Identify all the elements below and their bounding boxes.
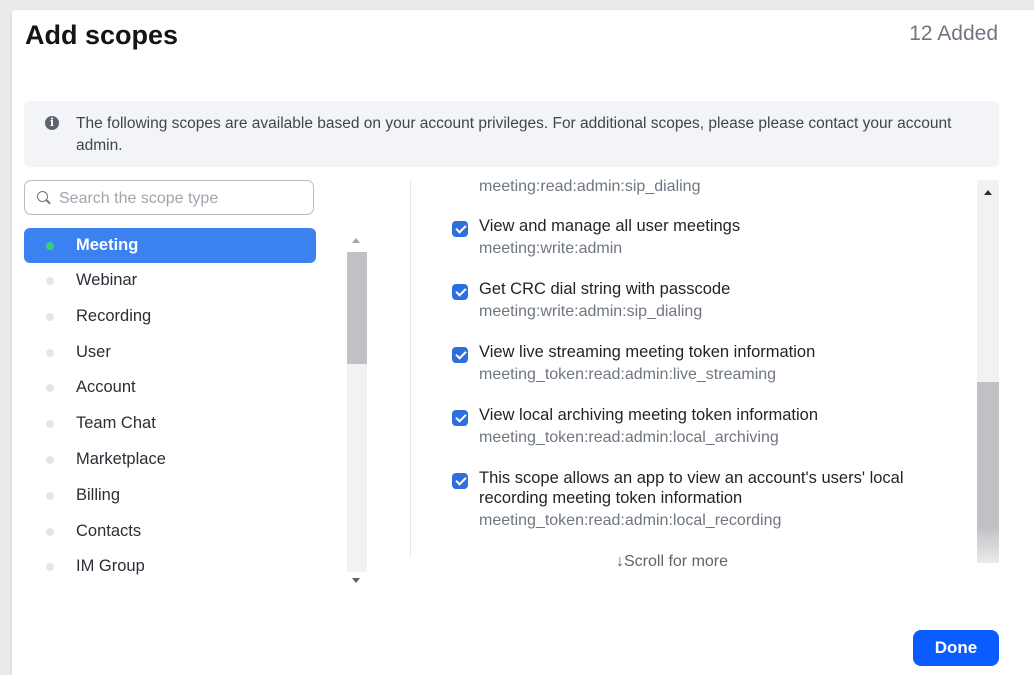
scrollbar-thumb[interactable]	[347, 252, 367, 364]
category-item-meeting[interactable]: Meeting	[24, 228, 316, 263]
checkbox-checked-icon[interactable]	[452, 347, 468, 363]
scope-scrollbar[interactable]	[977, 180, 999, 563]
category-label: Meeting	[76, 236, 139, 254]
search-input[interactable]	[57, 185, 311, 212]
status-dot	[46, 455, 54, 464]
scope-code: meeting:read:admin:sip_dialing	[479, 178, 701, 195]
dialog-title: Add scopes	[25, 20, 179, 50]
scope-title: View live streaming meeting token inform…	[479, 343, 816, 361]
status-dot	[46, 420, 54, 429]
scope-code: meeting_token:read:admin:local_archiving	[479, 429, 779, 446]
notice-text: The following scopes are available based…	[76, 115, 952, 154]
scope-search[interactable]	[24, 180, 314, 215]
status-dot	[46, 491, 54, 500]
status-dot	[46, 563, 54, 572]
category-item-webinar[interactable]: Webinar	[24, 263, 316, 299]
status-dot	[46, 384, 54, 393]
category-label: Team Chat	[76, 414, 156, 433]
scroll-down-arrow-icon[interactable]	[352, 578, 360, 583]
scope-code: meeting:write:admin	[479, 240, 623, 257]
category-label: Webinar	[76, 271, 138, 289]
scroll-up-arrow-icon[interactable]	[984, 190, 992, 195]
panel-divider	[410, 180, 411, 558]
scroll-up-arrow-icon[interactable]	[352, 238, 360, 243]
category-label: Recording	[76, 306, 152, 325]
category-label: IM Group	[76, 557, 145, 576]
scope-category-list: Meeting Webinar Recording User Account T…	[24, 228, 316, 585]
checkbox-checked-icon[interactable]	[452, 284, 468, 300]
add-scopes-dialog: Add scopes 12 Added i The following scop…	[12, 10, 1034, 675]
status-dot	[46, 527, 54, 536]
checkbox-checked-icon[interactable]	[452, 410, 468, 426]
checkbox-checked-icon[interactable]	[452, 221, 468, 237]
category-item-billing[interactable]: Billing	[24, 478, 316, 514]
info-icon: i	[45, 116, 59, 130]
status-dot	[46, 277, 54, 285]
category-scrollbar[interactable]	[347, 232, 367, 587]
scope-title: This scope allows an app to view an acco…	[479, 469, 904, 507]
scope-code: meeting_token:read:admin:live_streaming	[479, 366, 777, 383]
scroll-for-more-hint[interactable]: ↓Scroll for more	[616, 553, 728, 571]
search-icon	[37, 191, 48, 202]
scope-title: View local archiving meeting token infor…	[479, 406, 819, 424]
status-dot	[46, 312, 54, 321]
category-item-team-chat[interactable]: Team Chat	[24, 406, 316, 442]
category-item-marketplace[interactable]: Marketplace	[24, 442, 316, 478]
category-item-im-group[interactable]: IM Group	[24, 549, 316, 585]
status-dot	[46, 348, 54, 357]
scope-title: View and manage all user meetings	[479, 217, 741, 235]
category-label: User	[76, 342, 111, 361]
scope-code: meeting:write:admin:sip_dialing	[479, 303, 703, 320]
category-label: Marketplace	[76, 449, 166, 468]
scrollbar-thumb[interactable]	[977, 382, 999, 563]
category-label: Billing	[76, 485, 121, 504]
status-dot	[46, 242, 54, 250]
scope-title: Get CRC dial string with passcode	[479, 280, 731, 298]
privileges-notice: i The following scopes are available bas…	[24, 101, 999, 167]
category-label: Contacts	[76, 521, 142, 540]
category-item-recording[interactable]: Recording	[24, 299, 316, 335]
done-button[interactable]: Done	[913, 630, 999, 666]
category-item-contacts[interactable]: Contacts	[24, 514, 316, 550]
category-item-account[interactable]: Account	[24, 370, 316, 406]
category-item-user[interactable]: User	[24, 335, 316, 371]
scope-code: meeting_token:read:admin:local_recording	[479, 512, 782, 529]
added-count: 12 Added	[909, 22, 998, 45]
category-label: Account	[76, 378, 136, 397]
checkbox-checked-icon[interactable]	[452, 473, 468, 489]
